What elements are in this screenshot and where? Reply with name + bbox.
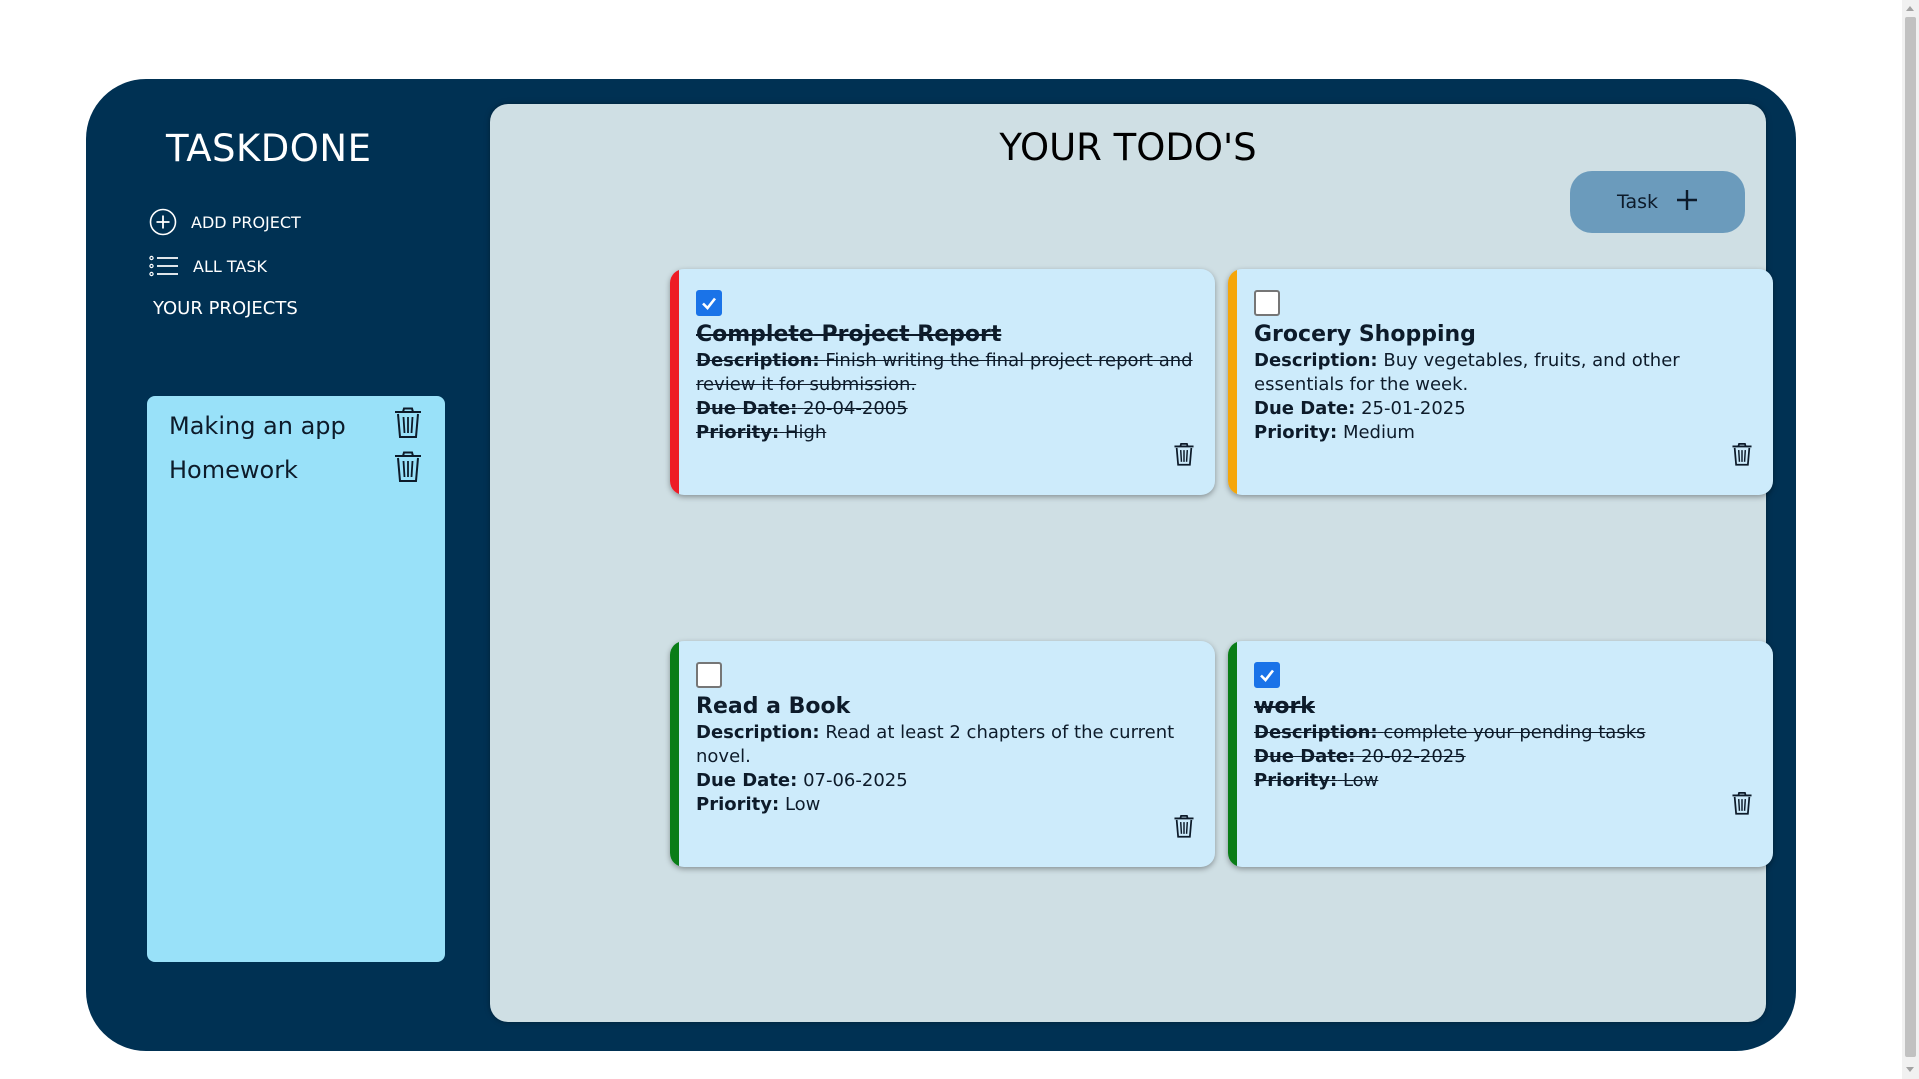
trash-icon[interactable]	[393, 407, 423, 445]
scrollbar-thumb[interactable]	[1905, 17, 1916, 1057]
project-list: Making an app Homework	[147, 396, 445, 962]
priority-value: Low	[1342, 770, 1379, 791]
task-card: Complete Project Report Description: Fin…	[670, 269, 1215, 495]
task-title: Complete Project Report	[696, 322, 1002, 347]
scroll-up-arrow-icon[interactable]	[1906, 6, 1914, 11]
task-card: Grocery Shopping Description: Buy vegeta…	[1228, 269, 1773, 495]
task-due-date: Due Date: 07-06-2025	[696, 769, 1195, 793]
task-title: Read a Book	[696, 694, 851, 719]
trash-icon[interactable]	[1731, 791, 1753, 820]
task-description: Description: complete your pending tasks	[1254, 721, 1753, 745]
task-priority: Priority: Low	[1254, 769, 1753, 793]
list-icon	[149, 255, 179, 277]
priority-value: Low	[784, 794, 821, 815]
description-label: Description:	[696, 722, 820, 743]
scroll-down-arrow-icon[interactable]	[1906, 1067, 1914, 1072]
due-date-label: Due Date:	[696, 398, 798, 419]
add-task-button[interactable]: Task	[1570, 171, 1745, 233]
priority-label: Priority:	[696, 422, 780, 443]
task-priority: Priority: Medium	[1254, 421, 1753, 445]
trash-icon[interactable]	[1173, 442, 1195, 471]
project-name[interactable]: Homework	[169, 456, 298, 484]
due-date-label: Due Date:	[1254, 746, 1356, 767]
trash-icon[interactable]	[1173, 814, 1195, 843]
task-due-date: Due Date: 25-01-2025	[1254, 397, 1753, 421]
add-project-label: ADD PROJECT	[191, 212, 301, 232]
due-date-value: 20-02-2025	[1361, 746, 1466, 767]
due-date-value: 25-01-2025	[1361, 398, 1466, 419]
task-complete-checkbox[interactable]	[1254, 290, 1280, 316]
description-label: Description:	[1254, 350, 1378, 371]
add-task-label: Task	[1616, 191, 1658, 213]
page-scrollbar[interactable]	[1902, 0, 1919, 1079]
due-date-label: Due Date:	[696, 770, 798, 791]
project-name[interactable]: Making an app	[169, 412, 346, 440]
task-title: Grocery Shopping	[1254, 322, 1476, 347]
project-item[interactable]: Homework	[169, 450, 431, 490]
trash-icon[interactable]	[393, 451, 423, 489]
task-due-date: Due Date: 20-02-2025	[1254, 745, 1753, 769]
priority-edge	[1228, 269, 1237, 495]
task-priority: Priority: High	[696, 421, 1195, 445]
priority-edge	[670, 641, 679, 867]
page-title: YOUR TODO'S	[999, 126, 1257, 169]
checkmark-icon	[1260, 669, 1275, 682]
task-complete-checkbox[interactable]	[696, 662, 722, 688]
task-priority: Priority: Low	[696, 793, 1195, 817]
priority-label: Priority:	[1254, 422, 1338, 443]
task-description: Description: Finish writing the final pr…	[696, 349, 1195, 397]
task-card: Read a Book Description: Read at least 2…	[670, 641, 1215, 867]
task-description: Description: Buy vegetables, fruits, and…	[1254, 349, 1753, 397]
all-task-label: ALL TASK	[193, 256, 267, 276]
priority-label: Priority:	[1254, 770, 1338, 791]
priority-value: High	[784, 422, 827, 443]
due-date-value: 07-06-2025	[803, 770, 908, 791]
checkmark-icon	[702, 297, 717, 310]
trash-icon[interactable]	[1731, 442, 1753, 471]
task-due-date: Due Date: 20-04-2005	[696, 397, 1195, 421]
plus-circle-icon	[149, 208, 177, 236]
task-complete-checkbox[interactable]	[696, 290, 722, 316]
description-value: complete your pending tasks	[1383, 722, 1646, 743]
task-card: work Description: complete your pending …	[1228, 641, 1773, 867]
your-projects-heading: YOUR PROJECTS	[153, 298, 298, 319]
add-project-button[interactable]: ADD PROJECT	[149, 208, 301, 236]
priority-edge	[670, 269, 679, 495]
task-complete-checkbox[interactable]	[1254, 662, 1280, 688]
description-label: Description:	[1254, 722, 1378, 743]
due-date-label: Due Date:	[1254, 398, 1356, 419]
main-panel: YOUR TODO'S Task Complete Project Report…	[490, 104, 1773, 1022]
priority-edge	[1228, 641, 1237, 867]
plus-icon	[1676, 189, 1698, 216]
project-item[interactable]: Making an app	[169, 406, 431, 446]
due-date-value: 20-04-2005	[803, 398, 908, 419]
all-task-button[interactable]: ALL TASK	[149, 255, 267, 277]
app-title: TASKDONE	[166, 127, 372, 170]
task-description: Description: Read at least 2 chapters of…	[696, 721, 1195, 769]
priority-label: Priority:	[696, 794, 780, 815]
description-label: Description:	[696, 350, 820, 371]
priority-value: Medium	[1342, 422, 1415, 443]
task-title: work	[1254, 694, 1315, 719]
app-shell: TASKDONE ADD PROJECT ALL TASK YOUR PROJE…	[86, 79, 1796, 1051]
